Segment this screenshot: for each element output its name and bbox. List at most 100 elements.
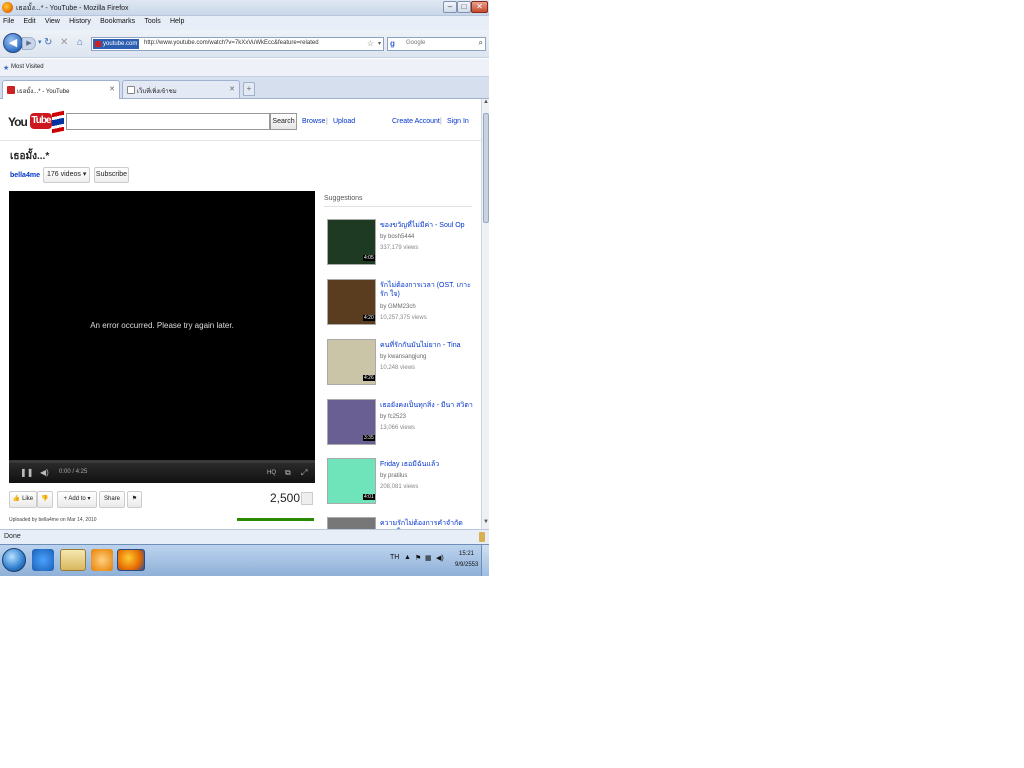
menu-view[interactable]: View <box>45 18 60 25</box>
suggestion-title[interactable]: ของขวัญที่ไม่มีค่า - Soul Op <box>380 221 475 230</box>
minimize-button[interactable]: – <box>443 1 457 13</box>
menu-help[interactable]: Help <box>170 18 184 25</box>
tab-close-icon[interactable]: ✕ <box>229 85 235 93</box>
suggestion-item[interactable]: 4:26 คนที่รักกันมันไม่ยาก - Tina by kwan… <box>327 339 477 395</box>
suggestion-views: 337,179 views <box>380 245 419 251</box>
home-icon[interactable]: ⌂ <box>77 38 83 48</box>
scroll-down-icon[interactable]: ▼ <box>482 519 489 529</box>
network-icon[interactable]: ▦ <box>425 554 432 562</box>
bookmark-star-icon[interactable]: ☆ <box>367 39 374 48</box>
video-player[interactable]: An error occurred. Please try again late… <box>9 191 315 483</box>
close-button[interactable]: ✕ <box>471 1 488 13</box>
scrollbar-thumb[interactable] <box>483 113 489 223</box>
suggestion-title[interactable]: Friday เธอมีฉันแล้ว <box>380 460 475 469</box>
site-identity-badge[interactable]: youtube.com <box>93 39 140 49</box>
stats-icon[interactable] <box>301 492 313 505</box>
chevron-down-icon: ▾ <box>82 171 87 178</box>
suggestion-item[interactable]: ความรักไม่ต้องการคำจำกัดความใดๆ <box>327 517 477 529</box>
like-label: Like <box>22 496 34 502</box>
page-scrollbar[interactable]: ▲ ▼ <box>481 99 489 529</box>
suggestion-author: by fc2523 <box>380 414 407 420</box>
language-indicator[interactable]: TH <box>390 554 399 561</box>
search-placeholder[interactable]: Google <box>406 40 425 46</box>
reload-icon[interactable]: ↻ <box>44 38 52 48</box>
browse-link[interactable]: Browse <box>302 118 325 125</box>
menu-bar: File Edit View History Bookmarks Tools H… <box>0 16 489 30</box>
menu-history[interactable]: History <box>69 18 91 25</box>
share-button[interactable]: Share <box>99 491 125 508</box>
history-dropdown-icon[interactable]: ▾ <box>38 38 42 48</box>
flag-tray-icon[interactable]: ⚑ <box>415 554 421 562</box>
suggestion-item[interactable]: 4:20 รักไม่ต้องการเวลา (OST. เกาะรัก ใจ)… <box>327 279 477 335</box>
search-box[interactable]: g Google ⌕ <box>387 37 486 51</box>
url-bar[interactable]: youtube.com http://www.youtube.com/watch… <box>91 37 384 51</box>
suggestion-item[interactable]: 4:05 ของขวัญที่ไม่มีค่า - Soul Op by bos… <box>327 219 477 275</box>
fullscreen-icon[interactable]: ⤢ <box>301 468 307 478</box>
suggestion-item[interactable]: 4:01 Friday เธอมีฉันแล้ว by pratilus 208… <box>327 458 477 514</box>
quality-icon[interactable]: HQ <box>267 470 276 476</box>
url-dropdown-icon[interactable]: ▾ <box>378 40 381 47</box>
header-divider <box>0 140 481 141</box>
suggestion-title[interactable]: ความรักไม่ต้องการคำจำกัดความใดๆ <box>380 519 475 529</box>
flag-button[interactable]: ⚑ <box>127 491 142 508</box>
clock-date[interactable]: 9/9/2553 <box>455 562 478 568</box>
volume-icon[interactable]: ◀) <box>40 468 49 477</box>
menu-tools[interactable]: Tools <box>144 18 160 25</box>
sign-in-link[interactable]: Sign In <box>447 118 469 125</box>
dislike-button[interactable]: 👎 <box>37 491 53 508</box>
youtube-logo[interactable]: You Tube <box>8 110 64 134</box>
upload-link[interactable]: Upload <box>333 118 355 125</box>
new-tab-button[interactable]: + <box>243 82 255 96</box>
show-desktop-button[interactable] <box>481 545 489 576</box>
menu-edit[interactable]: Edit <box>24 18 36 25</box>
channel-link[interactable]: bella4me <box>10 172 40 179</box>
suggestion-title[interactable]: รักไม่ต้องการเวลา (OST. เกาะรัก ใจ) <box>380 281 475 299</box>
url-text[interactable]: http://www.youtube.com/watch?v=7kXxVuWkE… <box>144 40 319 46</box>
scroll-up-icon[interactable]: ▲ <box>482 99 489 109</box>
subscribe-button[interactable]: Subscribe <box>94 167 129 183</box>
logo-you-text: You <box>8 115 28 129</box>
flag-icon <box>52 110 64 134</box>
clock-time[interactable]: 15:21 <box>459 551 474 557</box>
videos-count: 176 videos <box>47 171 81 178</box>
add-to-label: Add to <box>68 496 86 502</box>
pause-icon[interactable]: ❚❚ <box>20 468 33 477</box>
popout-icon[interactable]: ⧉ <box>285 468 291 478</box>
add-to-button[interactable]: + Add to ▾ <box>57 491 97 508</box>
folder-icon[interactable] <box>60 549 86 571</box>
search-icon[interactable]: ⌕ <box>479 38 483 48</box>
suggestion-title[interactable]: เธอยังคงเป็นทุกสิ่ง - มีนา สวิตา <box>380 401 475 410</box>
google-icon[interactable]: g <box>390 39 400 49</box>
media-player-icon[interactable] <box>91 549 113 571</box>
suggestion-views: 10,248 views <box>380 365 416 371</box>
desktop-screen: เธอมั้ง...* - YouTube - Mozilla Firefox … <box>0 0 489 576</box>
duration-badge: 3:35 <box>363 435 375 441</box>
suggestion-item[interactable]: 3:35 เธอยังคงเป็นทุกสิ่ง - มีนา สวิตา by… <box>327 399 477 455</box>
stop-icon[interactable]: ✕ <box>60 38 68 48</box>
suggestion-author: by pratilus <box>380 473 408 479</box>
resize-grip-icon[interactable] <box>479 532 485 542</box>
thumbs-up-icon: 👍 <box>12 496 21 502</box>
firefox-taskbar-icon[interactable] <box>117 549 145 571</box>
youtube-search-button[interactable]: Search <box>270 113 297 130</box>
internet-explorer-icon[interactable] <box>32 549 54 571</box>
suggestion-thumbnail[interactable] <box>327 517 376 529</box>
most-visited-bookmark[interactable]: Most Visited <box>11 64 44 70</box>
volume-tray-icon[interactable]: ◀) <box>436 554 444 562</box>
forward-button[interactable]: ▶ <box>22 37 36 50</box>
tab-youtube[interactable]: เธอมั้ง...* - YouTube ✕ <box>2 80 120 99</box>
tab-close-icon[interactable]: ✕ <box>109 85 115 93</box>
tab-recent[interactable]: เว็บที่เพิ่งเข้าชม ✕ <box>122 80 240 98</box>
menu-file[interactable]: File <box>3 18 14 25</box>
suggestion-title[interactable]: คนที่รักกันมันไม่ยาก - Tina <box>380 341 475 350</box>
youtube-search-input[interactable] <box>66 113 270 130</box>
maximize-button[interactable]: □ <box>457 1 471 13</box>
tray-arrow-icon[interactable]: ▲ <box>404 554 411 561</box>
channel-videos-button[interactable]: 176 videos ▾ <box>43 167 90 183</box>
start-button[interactable] <box>2 548 26 572</box>
back-button[interactable]: ◀ <box>3 33 23 53</box>
like-button[interactable]: 👍 Like <box>9 491 37 508</box>
create-account-link[interactable]: Create Account <box>392 118 440 125</box>
menu-bookmarks[interactable]: Bookmarks <box>100 18 135 25</box>
suggestions-divider <box>324 206 472 207</box>
